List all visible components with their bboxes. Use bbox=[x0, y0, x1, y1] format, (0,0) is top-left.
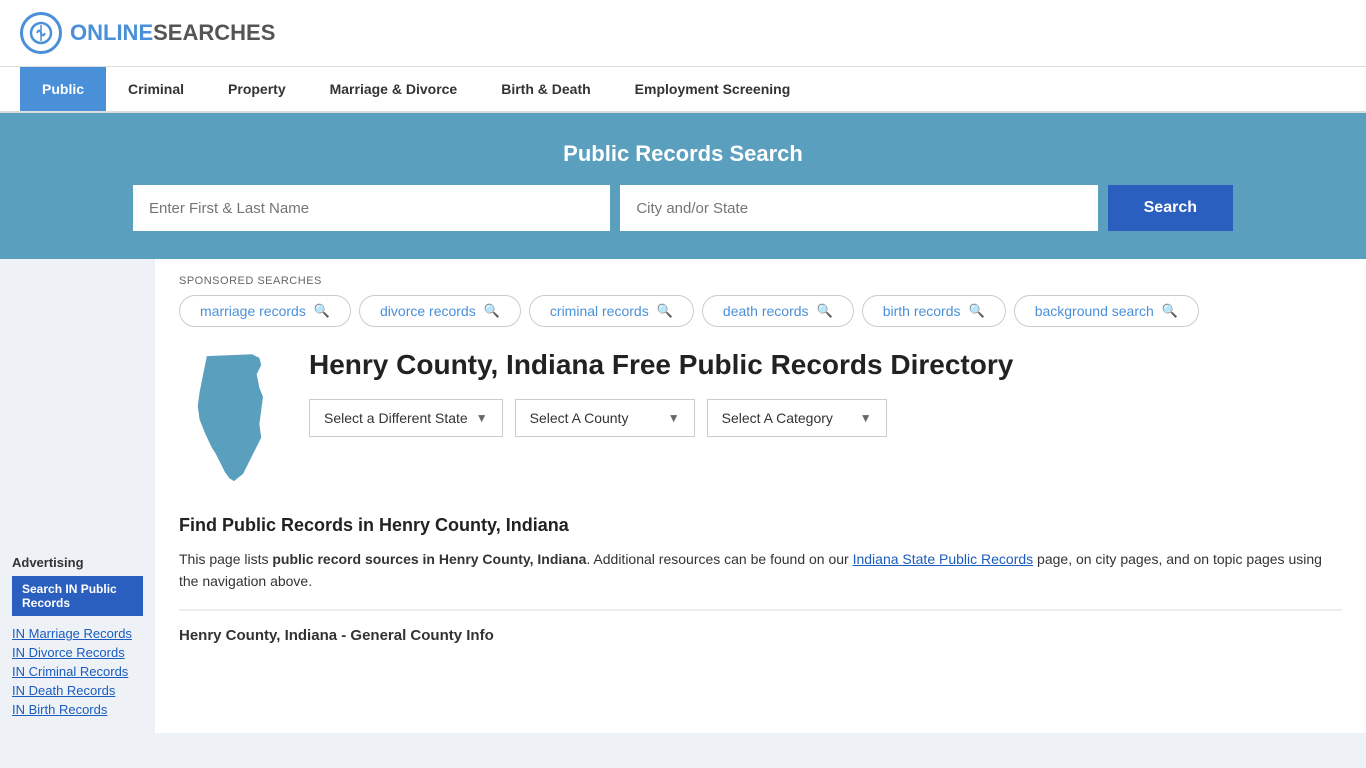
banner-title: Public Records Search bbox=[40, 141, 1326, 167]
dropdowns: Select a Different State ▼ Select A Coun… bbox=[309, 399, 1013, 437]
tag-background[interactable]: background search 🔍 bbox=[1014, 295, 1199, 327]
search-icon: 🔍 bbox=[657, 303, 673, 319]
sidebar-link-death[interactable]: IN Death Records bbox=[12, 683, 143, 698]
search-banner: Public Records Search Search bbox=[0, 113, 1366, 259]
sidebar-ad-label: Advertising bbox=[12, 555, 143, 570]
name-input[interactable] bbox=[133, 185, 610, 231]
find-title: Find Public Records in Henry County, Ind… bbox=[179, 515, 1342, 536]
search-icon: 🔍 bbox=[817, 303, 833, 319]
search-icon: 🔍 bbox=[969, 303, 985, 319]
indiana-records-link[interactable]: Indiana State Public Records bbox=[853, 551, 1034, 567]
find-body: This page lists public record sources in… bbox=[179, 548, 1342, 593]
nav-employment[interactable]: Employment Screening bbox=[613, 67, 813, 111]
sidebar-link-birth[interactable]: IN Birth Records bbox=[12, 702, 143, 717]
main-content: SPONSORED SEARCHES marriage records 🔍 di… bbox=[155, 259, 1366, 733]
logo-text: ONLINESEARCHES bbox=[70, 20, 275, 46]
sidebar: Advertising Search IN Public Records IN … bbox=[0, 259, 155, 733]
search-tags: marriage records 🔍 divorce records 🔍 cri… bbox=[179, 295, 1342, 327]
sidebar-cta-button[interactable]: Search IN Public Records bbox=[12, 576, 143, 616]
title-text: Henry County, Indiana Free Public Record… bbox=[309, 347, 1013, 495]
indiana-map bbox=[179, 347, 289, 495]
chevron-down-icon: ▼ bbox=[668, 411, 680, 425]
nav-criminal[interactable]: Criminal bbox=[106, 67, 206, 111]
logo-icon bbox=[20, 12, 62, 54]
page-title: Henry County, Indiana Free Public Record… bbox=[309, 347, 1013, 383]
page-title-area: Henry County, Indiana Free Public Record… bbox=[179, 347, 1342, 495]
sidebar-links: IN Marriage Records IN Divorce Records I… bbox=[12, 626, 143, 717]
sponsored-label: SPONSORED SEARCHES bbox=[179, 275, 1342, 287]
search-button[interactable]: Search bbox=[1108, 185, 1233, 231]
chevron-down-icon: ▼ bbox=[860, 411, 872, 425]
general-info-title: Henry County, Indiana - General County I… bbox=[179, 627, 1342, 644]
header: ONLINESEARCHES bbox=[0, 0, 1366, 67]
main-wrapper: Advertising Search IN Public Records IN … bbox=[0, 259, 1366, 733]
county-dropdown[interactable]: Select A County ▼ bbox=[515, 399, 695, 437]
sidebar-link-criminal[interactable]: IN Criminal Records bbox=[12, 664, 143, 679]
chevron-down-icon: ▼ bbox=[476, 411, 488, 425]
main-nav: Public Criminal Property Marriage & Divo… bbox=[0, 67, 1366, 113]
sidebar-link-divorce[interactable]: IN Divorce Records bbox=[12, 645, 143, 660]
tag-birth[interactable]: birth records 🔍 bbox=[862, 295, 1006, 327]
tag-marriage[interactable]: marriage records 🔍 bbox=[179, 295, 351, 327]
state-dropdown[interactable]: Select a Different State ▼ bbox=[309, 399, 503, 437]
section-divider bbox=[179, 609, 1342, 611]
nav-property[interactable]: Property bbox=[206, 67, 308, 111]
tag-criminal[interactable]: criminal records 🔍 bbox=[529, 295, 694, 327]
tag-death[interactable]: death records 🔍 bbox=[702, 295, 854, 327]
search-icon: 🔍 bbox=[484, 303, 500, 319]
search-icon: 🔍 bbox=[314, 303, 330, 319]
sidebar-link-marriage[interactable]: IN Marriage Records bbox=[12, 626, 143, 641]
nav-birth-death[interactable]: Birth & Death bbox=[479, 67, 612, 111]
nav-marriage-divorce[interactable]: Marriage & Divorce bbox=[308, 67, 480, 111]
nav-public[interactable]: Public bbox=[20, 67, 106, 111]
category-dropdown[interactable]: Select A Category ▼ bbox=[707, 399, 887, 437]
search-form: Search bbox=[133, 185, 1233, 231]
search-icon: 🔍 bbox=[1162, 303, 1178, 319]
location-input[interactable] bbox=[620, 185, 1097, 231]
tag-divorce[interactable]: divorce records 🔍 bbox=[359, 295, 521, 327]
